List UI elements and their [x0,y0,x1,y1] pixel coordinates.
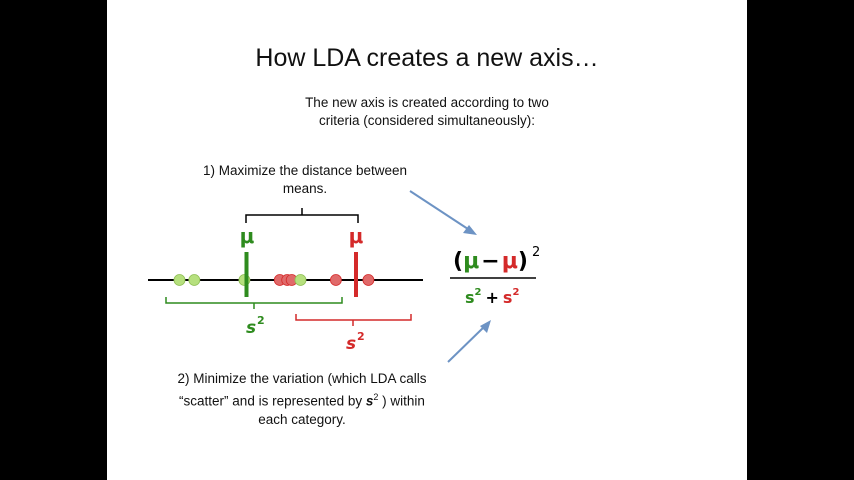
numerator-minus: − [481,249,499,274]
red-s-exponent: 2 [357,330,365,343]
red-mean-label: μ [349,224,364,248]
numerator-green-mu: μ [463,249,479,274]
arrow-to-denominator [447,320,491,363]
denominator-green-s: s [465,288,475,307]
green-point-2 [188,274,201,286]
means-distance-brace [245,208,359,223]
formula-denominator: s2 + s2 [465,287,519,307]
numerator-exponent: 2 [532,245,540,260]
green-point-4 [294,274,307,286]
numerator-red-mu: μ [502,249,518,274]
formula-numerator: (μ−μ) [453,249,528,274]
red-point-5 [362,274,375,286]
denominator-red-s: s [503,288,513,307]
green-point-1 [173,274,186,286]
green-mean-label: μ [240,224,255,248]
denominator-plus: + [486,288,499,307]
red-mean-marker [354,252,358,297]
red-s-symbol: s [346,334,356,354]
green-scatter-bracket [165,297,343,309]
red-point-4 [329,274,342,286]
denominator-green-exp: 2 [475,287,482,298]
green-scatter-label: s 2 [246,314,265,338]
green-mean-marker [244,252,249,297]
denominator-red-exp: 2 [512,287,519,298]
green-s-exponent: 2 [257,314,265,327]
arrow-to-numerator [409,190,477,235]
numerator-open-paren: ( [453,249,463,274]
green-s-symbol: s [246,318,256,338]
red-scatter-bracket [295,314,412,326]
numerator-close-paren: ) [518,249,528,274]
lda-diagram: μ μ s 2 s 2 (μ−μ) 2 s2 + s2 [148,190,540,363]
red-scatter-label: s 2 [346,330,365,354]
slide: How LDA creates a new axis… The new axis… [107,0,747,480]
